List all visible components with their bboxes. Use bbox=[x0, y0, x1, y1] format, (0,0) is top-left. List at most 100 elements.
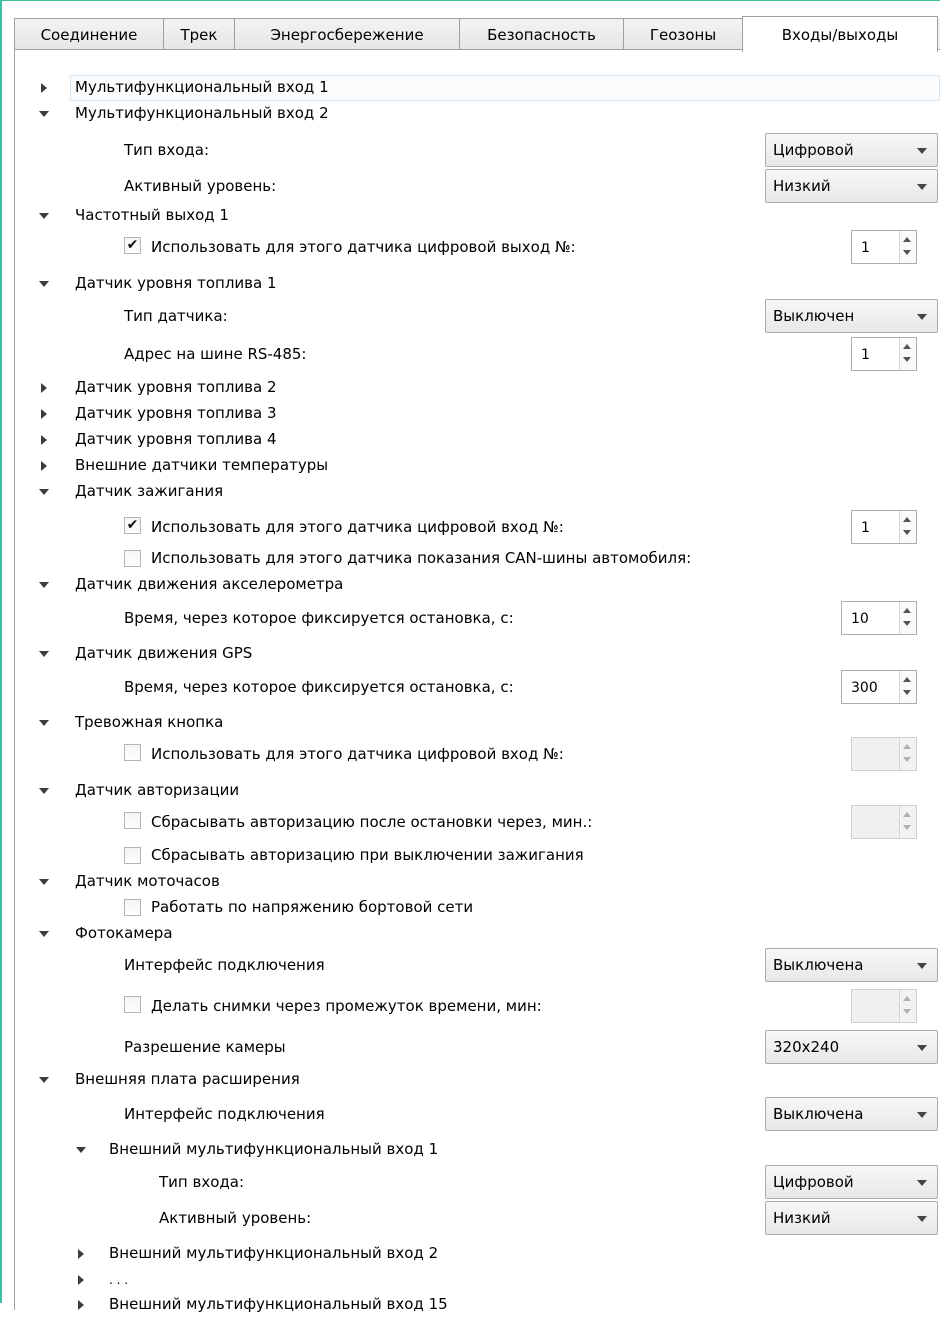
collapse-arrow-icon[interactable] bbox=[39, 788, 49, 794]
ignition-digital-checkbox[interactable]: ✔ bbox=[124, 517, 141, 534]
expand-arrow-icon[interactable] bbox=[41, 409, 47, 419]
panic-use-checkbox[interactable] bbox=[124, 744, 141, 761]
tree-item-label: Внешние датчики температуры bbox=[75, 456, 329, 474]
checkbox-label: Использовать для этого датчика цифровой … bbox=[151, 238, 576, 256]
tree-item-ext-mfi15[interactable]: Внешний мультифункциональный вход 15 bbox=[15, 1292, 940, 1318]
camera-interval-checkbox[interactable] bbox=[124, 996, 141, 1013]
collapse-arrow-icon[interactable] bbox=[39, 582, 49, 588]
spin-up-icon bbox=[903, 608, 911, 613]
collapse-arrow-icon[interactable] bbox=[76, 1147, 86, 1153]
fuel1-type-select[interactable]: Выключен bbox=[765, 299, 938, 333]
expand-arrow-icon[interactable] bbox=[78, 1275, 84, 1285]
auth-reset-after-stop-checkbox[interactable] bbox=[124, 812, 141, 829]
tab-inputs-outputs[interactable]: Входы/выходы bbox=[742, 16, 938, 52]
tree-item-ext-temp[interactable]: Внешние датчики температуры bbox=[15, 453, 940, 479]
ext-mfi1-input-type-select[interactable]: Цифровой bbox=[765, 1165, 938, 1199]
spin-up-icon bbox=[903, 344, 911, 349]
freq-out1-number-spinbox[interactable]: 1 bbox=[851, 230, 917, 264]
tree-item-gps-motion[interactable]: Датчик движения GPS bbox=[15, 641, 940, 667]
spin-down-icon bbox=[903, 825, 911, 830]
checkbox-label: Сбрасывать авторизацию после остановки ч… bbox=[151, 813, 593, 831]
fuel1-type-row: Тип датчика: Выключен bbox=[15, 299, 940, 333]
ignition-input-spinbox[interactable]: 1 bbox=[851, 510, 917, 544]
ext-board-interface-select[interactable]: Выключена bbox=[765, 1097, 938, 1131]
ignition-can-checkbox[interactable] bbox=[124, 550, 141, 567]
collapse-arrow-icon[interactable] bbox=[39, 879, 49, 885]
field-label: Интерфейс подключения bbox=[124, 1105, 325, 1123]
tree-item-fuel3[interactable]: Датчик уровня топлива 3 bbox=[15, 401, 940, 427]
collapse-arrow-icon[interactable] bbox=[39, 281, 49, 287]
tree-item-fuel1[interactable]: Датчик уровня топлива 1 bbox=[15, 271, 940, 297]
spin-buttons[interactable] bbox=[899, 602, 916, 634]
camera-interval-spinbox[interactable] bbox=[851, 989, 917, 1023]
tree-item-engine-hours[interactable]: Датчик моточасов bbox=[15, 869, 940, 895]
tree-item-fuel2[interactable]: Датчик уровня топлива 2 bbox=[15, 375, 940, 401]
expand-arrow-icon[interactable] bbox=[41, 435, 47, 445]
ellipsis-text: . . . bbox=[109, 1273, 129, 1287]
spin-buttons[interactable] bbox=[899, 738, 916, 770]
panic-input-spinbox[interactable] bbox=[851, 737, 917, 771]
field-label: Тип входа: bbox=[124, 141, 209, 159]
tree-item-fuel4[interactable]: Датчик уровня топлива 4 bbox=[15, 427, 940, 453]
spin-buttons[interactable] bbox=[899, 231, 916, 263]
window-frame-top bbox=[0, 0, 940, 1]
camera-interface-select[interactable]: Выключена bbox=[765, 948, 938, 982]
tree-item-mfi2[interactable]: Мультифункциональный вход 2 bbox=[15, 101, 940, 127]
tab-geozones[interactable]: Геозоны bbox=[623, 18, 743, 50]
tree-item-ext-board[interactable]: Внешняя плата расширения bbox=[15, 1067, 940, 1093]
collapse-arrow-icon[interactable] bbox=[39, 213, 49, 219]
auth-reset-on-ignition-checkbox[interactable] bbox=[124, 847, 141, 864]
gps-stop-time-spinbox[interactable]: 300 bbox=[841, 670, 917, 704]
checkbox-label: Сбрасывать авторизацию при выключении за… bbox=[151, 846, 584, 864]
collapse-arrow-icon[interactable] bbox=[39, 931, 49, 937]
tab-power-saving[interactable]: Энергосбережение bbox=[234, 18, 460, 50]
tree-item-camera[interactable]: Фотокамера bbox=[15, 921, 940, 947]
tree-item-accel-motion[interactable]: Датчик движения акселерометра bbox=[15, 572, 940, 598]
mfi2-active-level-select[interactable]: Низкий bbox=[765, 169, 938, 203]
tree-item-label: Датчик авторизации bbox=[75, 781, 240, 799]
tree-item-ext-mfi2[interactable]: Внешний мультифункциональный вход 2 bbox=[15, 1241, 940, 1267]
tree-item-auth[interactable]: Датчик авторизации bbox=[15, 778, 940, 804]
ext-mfi1-input-type-row: Тип входа: Цифровой bbox=[15, 1165, 940, 1199]
ignition-can-row: Использовать для этого датчика показания… bbox=[15, 546, 940, 572]
checkbox-label: Делать снимки через промежуток времени, … bbox=[151, 997, 542, 1015]
tree-item-label: Датчик зажигания bbox=[75, 482, 224, 500]
collapse-arrow-icon[interactable] bbox=[39, 720, 49, 726]
engine-hours-voltage-checkbox[interactable] bbox=[124, 899, 141, 916]
expand-arrow-icon[interactable] bbox=[41, 461, 47, 471]
expand-arrow-icon[interactable] bbox=[78, 1300, 84, 1310]
field-label: Активный уровень: bbox=[124, 177, 277, 195]
collapse-arrow-icon[interactable] bbox=[39, 111, 49, 117]
tab-connection[interactable]: Соединение bbox=[14, 18, 164, 50]
spin-buttons[interactable] bbox=[899, 338, 916, 370]
tree-item-panic[interactable]: Тревожная кнопка bbox=[15, 710, 940, 736]
tree-item-ignition[interactable]: Датчик зажигания bbox=[15, 479, 940, 505]
collapse-arrow-icon[interactable] bbox=[39, 1077, 49, 1083]
tree-item-label: Датчик моточасов bbox=[75, 872, 220, 890]
spin-buttons[interactable] bbox=[899, 511, 916, 543]
auth-reset-minutes-spinbox[interactable] bbox=[851, 805, 917, 839]
expand-arrow-icon[interactable] bbox=[78, 1249, 84, 1259]
tab-track[interactable]: Трек bbox=[163, 18, 235, 50]
mfi2-input-type-select[interactable]: Цифровой bbox=[765, 133, 938, 167]
spin-buttons[interactable] bbox=[899, 671, 916, 703]
ext-mfi1-active-level-select[interactable]: Низкий bbox=[765, 1201, 938, 1235]
fuel1-address-spinbox[interactable]: 1 bbox=[851, 337, 917, 371]
checkbox-label: Использовать для этого датчика показания… bbox=[151, 549, 692, 567]
collapse-arrow-icon[interactable] bbox=[39, 489, 49, 495]
expand-arrow-icon[interactable] bbox=[41, 383, 47, 393]
auth-reset-after-stop-row: Сбрасывать авторизацию после остановки ч… bbox=[15, 805, 940, 839]
tab-security[interactable]: Безопасность bbox=[459, 18, 624, 50]
collapse-arrow-icon[interactable] bbox=[39, 651, 49, 657]
spin-buttons[interactable] bbox=[899, 806, 916, 838]
camera-resolution-select[interactable]: 320x240 bbox=[765, 1030, 938, 1064]
mfi2-input-type-row: Тип входа: Цифровой bbox=[15, 133, 940, 167]
tree-item-freq-out1[interactable]: Частотный выход 1 bbox=[15, 203, 940, 229]
spin-buttons[interactable] bbox=[899, 990, 916, 1022]
accel-stop-time-spinbox[interactable]: 10 bbox=[841, 601, 917, 635]
tree-item-ellipsis[interactable]: . . . bbox=[15, 1267, 940, 1293]
tree-item-ext-mfi1[interactable]: Внешний мультифункциональный вход 1 bbox=[15, 1137, 940, 1163]
tree-item-mfi1[interactable]: Мультифункциональный вход 1 bbox=[15, 75, 940, 101]
expand-arrow-icon[interactable] bbox=[41, 83, 47, 93]
freq-out1-use-checkbox[interactable]: ✔ bbox=[124, 237, 141, 254]
